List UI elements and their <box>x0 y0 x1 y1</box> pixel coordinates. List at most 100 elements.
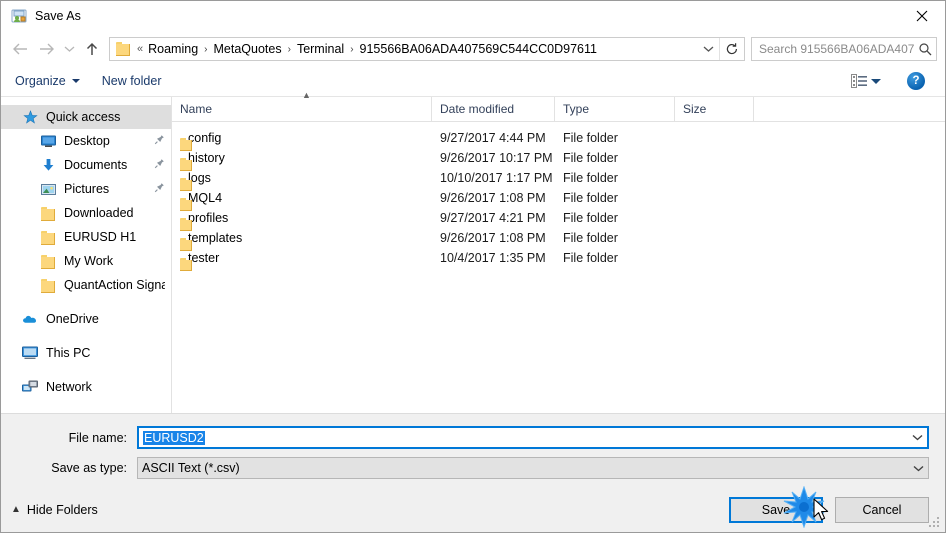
sidebar-item-quantaction-signal[interactable]: QuantAction Signal <box>1 273 171 297</box>
help-button[interactable]: ? <box>907 72 925 90</box>
refresh-button[interactable] <box>719 38 744 60</box>
address-dropdown-button[interactable] <box>697 38 719 60</box>
forward-button[interactable] <box>33 36 59 62</box>
sidebar-item-label: Network <box>46 380 92 394</box>
save-as-icon <box>11 8 27 24</box>
chevron-right-icon: › <box>350 43 354 55</box>
chevron-down-icon[interactable] <box>908 465 928 472</box>
file-date-modified: 9/26/2017 1:08 PM <box>440 191 546 205</box>
table-row[interactable]: templates 9/26/2017 1:08 PM File folder <box>172 228 945 251</box>
search-icon <box>914 42 936 56</box>
column-header-name[interactable]: Name ▲ <box>172 91 432 121</box>
file-date-modified: 9/26/2017 1:08 PM <box>440 231 546 245</box>
file-name-input[interactable]: EURUSD2 <box>137 426 929 449</box>
table-row[interactable]: logs 10/10/2017 1:17 PM File folder <box>172 168 945 191</box>
navigation-bar: « Roaming › MetaQuotes › Terminal › 9155… <box>1 32 945 66</box>
sidebar-item-quick-access[interactable]: Quick access <box>1 105 171 129</box>
sidebar-divider <box>1 365 171 375</box>
sidebar-item-pictures[interactable]: Pictures <box>1 177 171 201</box>
table-row[interactable]: MQL4 9/26/2017 1:08 PM File folder <box>172 188 945 211</box>
file-date-modified: 10/10/2017 1:17 PM <box>440 171 553 185</box>
chevron-right-icon: › <box>287 43 291 55</box>
file-name-row: File name: EURUSD2 <box>17 426 929 449</box>
chevron-down-icon[interactable] <box>907 434 927 441</box>
change-view-button[interactable] <box>851 74 881 88</box>
folder-icon <box>39 277 57 293</box>
save-as-type-label: Save as type: <box>51 461 127 475</box>
column-header-size[interactable]: Size <box>675 97 754 121</box>
star-icon <box>21 109 39 125</box>
breadcrumb-item-terminal[interactable]: Terminal <box>293 40 348 58</box>
resize-grip[interactable] <box>929 517 941 529</box>
file-date-modified: 9/27/2017 4:21 PM <box>440 211 546 225</box>
column-header-label: Type <box>563 102 590 116</box>
search-box[interactable]: Search 915566BA06ADA40756... <box>751 37 937 61</box>
column-header-label: Size <box>683 102 707 116</box>
organize-label: Organize <box>15 74 66 88</box>
file-name: MQL4 <box>188 191 223 205</box>
sidebar-item-my-work[interactable]: My Work <box>1 249 171 273</box>
back-button[interactable] <box>7 36 33 62</box>
hide-folders-button[interactable]: ▲ Hide Folders <box>11 503 98 517</box>
breadcrumb-overflow[interactable]: « <box>136 43 144 55</box>
sidebar-item-label: This PC <box>46 346 91 360</box>
table-row[interactable]: tester 10/4/2017 1:35 PM File folder <box>172 248 945 271</box>
table-row[interactable]: profiles 9/27/2017 4:21 PM File folder <box>172 208 945 231</box>
folder-icon <box>116 42 132 56</box>
sidebar-item-label: EURUSD H1 <box>64 230 137 244</box>
search-input[interactable]: Search 915566BA06ADA40756... <box>752 42 914 56</box>
sidebar-item-this-pc[interactable]: This PC <box>1 341 171 365</box>
folder-icon <box>39 229 57 245</box>
recent-locations-button[interactable] <box>59 36 79 62</box>
breadcrumb-item-metaquotes[interactable]: MetaQuotes <box>210 40 286 58</box>
pictures-icon <box>39 181 57 197</box>
file-name: history <box>188 151 225 165</box>
table-row[interactable]: config 9/27/2017 4:44 PM File folder <box>172 128 945 151</box>
hide-folders-label: Hide Folders <box>26 503 98 517</box>
sidebar-item-label: QuantAction Signal <box>64 278 165 292</box>
folder-icon <box>39 253 57 269</box>
file-name: templates <box>188 231 243 245</box>
cancel-button[interactable]: Cancel <box>835 497 929 523</box>
new-folder-button[interactable]: New folder <box>102 74 162 88</box>
file-name-value: EURUSD2 <box>143 430 205 445</box>
sidebar-item-label: My Work <box>64 254 114 268</box>
close-button[interactable] <box>899 1 945 31</box>
sidebar-item-desktop[interactable]: Desktop <box>1 129 171 153</box>
file-type: File folder <box>563 131 618 145</box>
column-header-date-modified[interactable]: Date modified <box>432 97 555 121</box>
folder-icon <box>39 205 57 221</box>
address-bar[interactable]: « Roaming › MetaQuotes › Terminal › 9155… <box>109 37 745 61</box>
desktop-icon <box>39 133 57 149</box>
save-as-dialog: Save As « Roaming › MetaQuotes › Termina… <box>0 0 946 533</box>
table-row[interactable]: history 9/26/2017 10:17 PM File folder <box>172 148 945 171</box>
sidebar-item-downloaded[interactable]: Downloaded <box>1 201 171 225</box>
back-arrow-icon <box>12 43 27 55</box>
breadcrumb-item-roaming[interactable]: Roaming <box>144 40 202 58</box>
up-one-level-button[interactable] <box>79 36 105 62</box>
sidebar-item-eurusd-h1[interactable]: EURUSD H1 <box>1 225 171 249</box>
new-folder-label: New folder <box>101 74 162 88</box>
chevron-down-icon <box>871 78 881 84</box>
sidebar-item-documents[interactable]: Documents <box>1 153 171 177</box>
title-bar: Save As <box>1 1 945 32</box>
forward-arrow-icon <box>39 43 54 55</box>
pin-icon <box>154 134 165 148</box>
save-as-type-select[interactable]: ASCII Text (*.csv) <box>137 457 929 479</box>
organize-button[interactable]: Organize <box>15 74 80 88</box>
save-as-type-row: Save as type: ASCII Text (*.csv) <box>17 457 929 479</box>
breadcrumb-item-terminal-id[interactable]: 915566BA06ADA407569C544CC0D97611 <box>356 40 601 58</box>
sidebar-item-network[interactable]: Network <box>1 375 171 399</box>
file-name: config <box>188 131 222 145</box>
sidebar-item-label: Downloaded <box>64 206 134 220</box>
dialog-footer: ▲ Hide Folders Save Cancel <box>1 488 945 532</box>
pin-icon <box>154 158 165 172</box>
save-button[interactable]: Save <box>729 497 823 523</box>
column-header-type[interactable]: Type <box>555 97 675 121</box>
sidebar-divider <box>1 297 171 307</box>
help-icon: ? <box>912 75 920 87</box>
sidebar-item-onedrive[interactable]: OneDrive <box>1 307 171 331</box>
sidebar-item-label: Documents <box>64 158 128 172</box>
column-header-label: Date modified <box>440 102 515 116</box>
save-as-type-value: ASCII Text (*.csv) <box>142 461 240 475</box>
